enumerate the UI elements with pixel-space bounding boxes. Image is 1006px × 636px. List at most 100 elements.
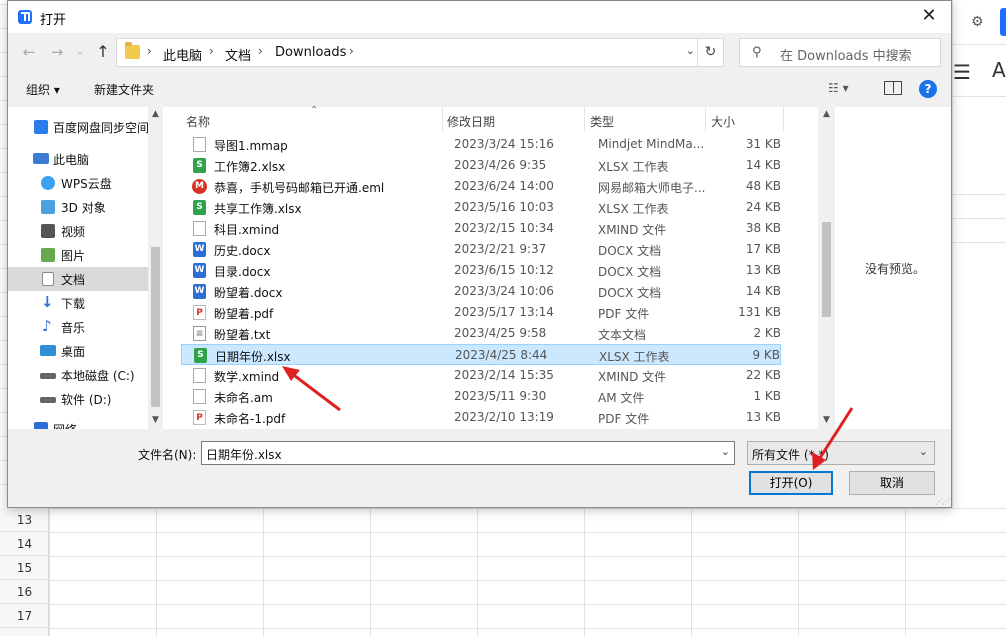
pdf-icon: P xyxy=(193,410,206,425)
nav-item-this-pc[interactable]: 此电脑 xyxy=(8,147,148,171)
file-row[interactable]: S 工作簿2.xlsx 2023/4/26 9:35 XLSX 工作表 14 KB xyxy=(181,155,781,176)
file-row[interactable]: W 盼望着.docx 2023/3/24 10:06 DOCX 文档 14 KB xyxy=(181,281,781,302)
row-number[interactable]: 17 xyxy=(0,604,49,628)
file-row[interactable]: 未命名.am 2023/5/11 9:30 AM 文件 1 KB xyxy=(181,386,781,407)
nav-item-software-d[interactable]: 软件 (D:) xyxy=(8,387,148,411)
file-row[interactable]: 数学.xmind 2023/2/14 15:35 XMIND 文件 22 KB xyxy=(181,365,781,386)
open-button[interactable]: 打开(O) xyxy=(749,471,833,495)
address-bar[interactable]: › 此电脑 › 文档 › Downloads › ⌄ ↻ xyxy=(116,38,724,67)
nav-item-3d-objects[interactable]: 3D 对象 xyxy=(8,195,148,219)
file-row[interactable]: M 恭喜，手机号码邮箱已开通.eml 2023/6/24 14:00 网易邮箱大师电子… xyxy=(181,176,781,197)
row-number[interactable]: 15 xyxy=(0,556,49,580)
scrollbar-thumb[interactable] xyxy=(151,247,160,407)
nav-item-downloads[interactable]: ↓ 下载 xyxy=(8,291,148,315)
wps-doc-icon: W xyxy=(193,284,206,299)
breadcrumb-separator-icon[interactable]: › xyxy=(209,44,214,58)
cancel-button[interactable]: 取消 xyxy=(849,471,935,495)
file-modified-date: 2023/2/21 9:37 xyxy=(454,242,547,256)
nav-item-music[interactable]: ♪ 音乐 xyxy=(8,315,148,339)
breadcrumb-downloads[interactable]: Downloads xyxy=(275,45,346,60)
breadcrumb-separator-icon[interactable]: › xyxy=(349,44,354,58)
forward-arrow-icon[interactable]: → xyxy=(46,41,68,63)
recent-locations-chevron-icon[interactable]: ⌄ xyxy=(72,41,88,63)
breadcrumb-separator-icon[interactable]: › xyxy=(147,44,152,58)
nav-item-network[interactable]: 网络 xyxy=(8,417,148,429)
file-row[interactable]: W 目录.docx 2023/6/15 10:12 DOCX 文档 13 KB xyxy=(181,260,781,281)
scroll-down-icon[interactable]: ▼ xyxy=(818,415,835,425)
nav-item-documents[interactable]: 文档 xyxy=(8,267,148,291)
chevron-down-icon[interactable]: ⌄ xyxy=(721,445,730,458)
column-divider[interactable] xyxy=(584,107,585,132)
nav-item-wps-cloud[interactable]: WPS云盘 xyxy=(8,171,148,195)
row-number[interactable]: 16 xyxy=(0,580,49,604)
resize-grip-icon[interactable]: ⋰⋰ xyxy=(935,497,950,506)
file-row[interactable]: P 盼望着.pdf 2023/5/17 13:14 PDF 文件 131 KB xyxy=(181,302,781,323)
file-size: 1 KB xyxy=(753,389,781,403)
file-modified-date: 2023/2/15 10:34 xyxy=(454,221,554,235)
file-size: 24 KB xyxy=(745,200,781,214)
file-modified-date: 2023/6/24 14:00 xyxy=(454,179,554,193)
file-row[interactable]: ≡ 盼望着.txt 2023/4/25 9:58 文本文档 2 KB xyxy=(181,323,781,344)
wps-doc-icon: W xyxy=(193,242,206,257)
row-number[interactable]: 13 xyxy=(0,508,49,532)
scroll-up-icon[interactable]: ▲ xyxy=(148,109,163,119)
file-row[interactable]: P 未命名-1.pdf 2023/2/10 13:19 PDF 文件 13 KB xyxy=(181,407,781,428)
column-header-size[interactable]: 大小 xyxy=(711,113,735,130)
new-folder-button[interactable]: 新建文件夹 xyxy=(94,81,154,98)
column-divider[interactable] xyxy=(783,107,784,132)
close-button[interactable]: ✕ xyxy=(907,1,951,33)
file-size: 17 KB xyxy=(745,242,781,256)
filename-label: 文件名(N): xyxy=(138,448,197,462)
text-file-icon: ≡ xyxy=(193,326,206,341)
file-row[interactable]: S 共享工作簿.xlsx 2023/5/16 10:03 XLSX 工作表 24 KB xyxy=(181,197,781,218)
file-type-select[interactable]: 所有文件 (*.*) ⌄ xyxy=(747,441,935,465)
organize-menu-button[interactable]: 组织 ▾ xyxy=(26,81,60,98)
column-header-type[interactable]: 类型 xyxy=(590,113,614,130)
gear-icon[interactable]: ⚙ xyxy=(971,14,984,30)
file-row[interactable]: W 历史.docx 2023/2/21 9:37 DOCX 文档 17 KB xyxy=(181,239,781,260)
column-divider[interactable] xyxy=(705,107,706,132)
scroll-up-icon[interactable]: ▲ xyxy=(818,109,835,119)
breadcrumb-this-pc[interactable]: 此电脑 xyxy=(163,45,202,64)
nav-item-baidu-netdisk[interactable]: 百度网盘同步空间 xyxy=(8,115,149,139)
column-divider[interactable] xyxy=(442,107,443,132)
nav-item-local-disk-c[interactable]: 本地磁盘 (C:) xyxy=(8,363,148,387)
search-icon: ⚲ xyxy=(752,45,762,60)
file-modified-date: 2023/5/17 13:14 xyxy=(454,305,554,319)
nav-item-label: 3D 对象 xyxy=(61,201,106,215)
disk-icon xyxy=(40,373,56,379)
music-icon: ♪ xyxy=(42,317,52,335)
menu-icon[interactable]: ☰ xyxy=(953,60,971,84)
breadcrumb-documents[interactable]: 文档 xyxy=(225,45,251,64)
filename-field[interactable]: 日期年份.xlsx ⌄ xyxy=(201,441,735,465)
breadcrumb-separator-icon[interactable]: › xyxy=(258,44,263,58)
file-row-selected[interactable]: S 日期年份.xlsx 2023/4/25 8:44 XLSX 工作表 9 KB xyxy=(181,344,781,365)
refresh-button[interactable]: ↻ xyxy=(697,39,723,66)
preview-pane-toggle-icon[interactable] xyxy=(884,81,902,95)
column-header-date[interactable]: 修改日期 xyxy=(447,113,495,130)
file-row[interactable]: 导图1.mmap 2023/3/24 15:16 Mindjet MindMa...… xyxy=(181,134,781,155)
file-type-value: 所有文件 (*.*) xyxy=(752,448,829,462)
desktop-icon xyxy=(40,345,56,356)
file-type: XLSX 工作表 xyxy=(598,202,669,216)
column-header-name[interactable]: 名称 xyxy=(186,113,210,130)
nav-item-pictures[interactable]: 图片 xyxy=(8,243,148,267)
file-list-scrollbar[interactable]: ▲ ▼ xyxy=(818,107,835,429)
chevron-down-icon[interactable]: ⌄ xyxy=(686,44,695,57)
dialog-titlebar[interactable]: 打开 ✕ xyxy=(8,1,951,33)
nav-pane-scrollbar[interactable]: ▲ ▼ xyxy=(148,107,163,429)
row-number[interactable]: 14 xyxy=(0,532,49,556)
up-arrow-icon[interactable]: ↑ xyxy=(92,41,114,63)
back-arrow-icon[interactable]: ← xyxy=(18,41,40,63)
file-name: 恭喜，手机号码邮箱已开通.eml xyxy=(214,181,385,195)
scrollbar-thumb[interactable] xyxy=(822,222,831,317)
search-input[interactable]: ⚲ 在 Downloads 中搜索 xyxy=(739,38,941,67)
nav-item-videos[interactable]: 视频 xyxy=(8,219,148,243)
change-view-button[interactable]: ☷ ▾ xyxy=(828,81,849,95)
file-row[interactable]: 科目.xmind 2023/2/15 10:34 XMIND 文件 38 KB xyxy=(181,218,781,239)
nav-item-desktop[interactable]: 桌面 xyxy=(8,339,148,363)
help-icon[interactable]: ? xyxy=(919,80,937,98)
scroll-down-icon[interactable]: ▼ xyxy=(148,415,163,425)
file-modified-date: 2023/3/24 10:06 xyxy=(454,284,554,298)
wps-sheet-icon: S xyxy=(194,348,207,363)
